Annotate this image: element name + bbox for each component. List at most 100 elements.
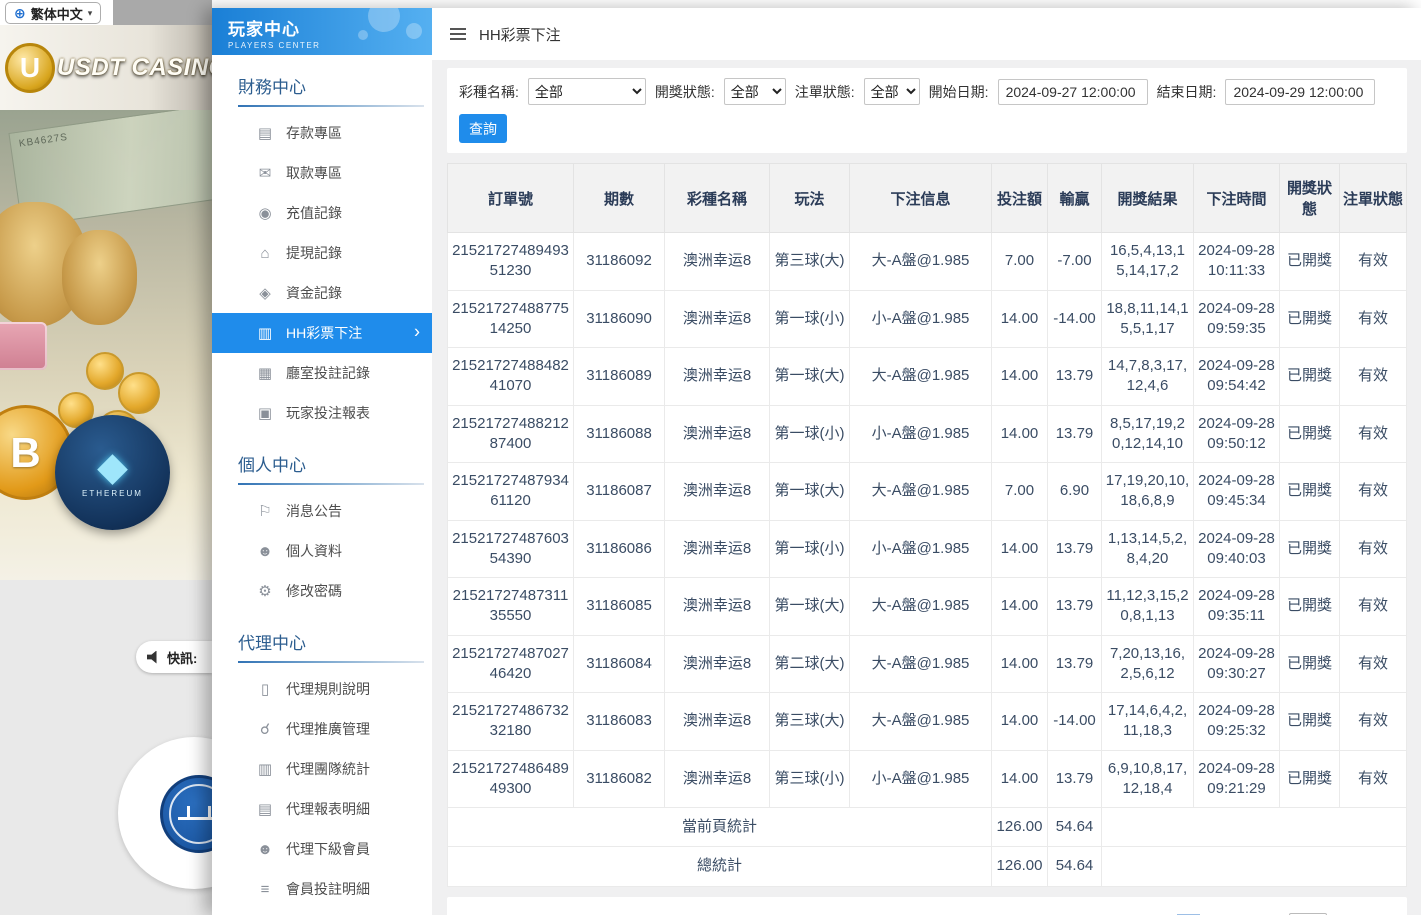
sidebar-item[interactable]: ▥代理團隊統計 <box>212 749 432 789</box>
ethereum-coin-icon: ◆ ETHEREUM <box>55 415 170 530</box>
sidebar-item[interactable]: ☻代理下級會員 <box>212 829 432 869</box>
cell-play_type: 第三球(大) <box>770 693 850 751</box>
sidebar-item-label: 個人資料 <box>286 541 342 561</box>
sidebar-item[interactable]: ◉充值記錄 <box>212 193 432 233</box>
sidebar-item[interactable]: ≡會員投註明細 <box>212 869 432 909</box>
bet-table-head-row: 訂單號期數彩種名稱玩法下注信息投注額輸贏開獎結果下注時間開獎狀態注單狀態 <box>448 164 1407 233</box>
news-ticker: 快訊: <box>136 641 212 673</box>
cell-win_loss: -7.00 <box>1048 233 1102 291</box>
cell-play_type: 第一球(小) <box>770 290 850 348</box>
announcement-icon: ⚐ <box>256 504 274 519</box>
cell-play_type: 第一球(小) <box>770 405 850 463</box>
sidebar-item-label: 代理推廣管理 <box>286 719 370 739</box>
cell-period: 31186090 <box>574 290 665 348</box>
cell-bet_amount: 14.00 <box>992 405 1048 463</box>
sidebar-item-label: 消息公告 <box>286 501 342 521</box>
lottery-filter-select[interactable]: 全部 <box>528 78 646 105</box>
cell-bet_info: 小-A盤@1.985 <box>850 750 992 808</box>
cell-draw_result: 17,14,6,4,2,11,18,3 <box>1102 693 1194 751</box>
cell-bet_time: 2024-09-28 10:11:33 <box>1194 233 1280 291</box>
sidebar-item[interactable]: ◈資金記錄 <box>212 273 432 313</box>
order-status-filter-select[interactable]: 全部 <box>864 78 920 105</box>
menu-toggle-icon[interactable] <box>450 28 466 40</box>
cell-lottery_name: 澳洲幸运8 <box>665 750 770 808</box>
cell-bet_time: 2024-09-28 09:54:42 <box>1194 348 1280 406</box>
query-button[interactable]: 查詢 <box>459 114 507 143</box>
lottery-filter-label: 彩種名稱: <box>459 82 519 102</box>
column-header-order_status: 注單狀態 <box>1340 164 1407 233</box>
cell-draw_status: 已開獎 <box>1280 405 1340 463</box>
cell-play_type: 第三球(小) <box>770 750 850 808</box>
cell-lottery_name: 澳洲幸运8 <box>665 463 770 521</box>
content: 彩種名稱: 全部 開獎狀態: 全部 注單狀態: 全部 開始日期: <box>432 60 1421 915</box>
language-selector[interactable]: ⊕ 繁体中文 ▾ <box>5 2 101 24</box>
cell-period: 31186087 <box>574 463 665 521</box>
summary-empty <box>1102 808 1407 847</box>
cell-period: 31186088 <box>574 405 665 463</box>
cell-order_status: 有效 <box>1340 635 1407 693</box>
bridge-graphic <box>178 806 212 822</box>
cell-bet_info: 大-A盤@1.985 <box>850 693 992 751</box>
column-header-win_loss: 輸贏 <box>1048 164 1102 233</box>
cell-draw_result: 7,20,13,16,2,5,6,12 <box>1102 635 1194 693</box>
page-root: ⊕ 繁体中文 ▾ U USDT CASINO KB4627S B ◆ ETHER… <box>0 0 1421 915</box>
sidebar-item[interactable]: ▥HH彩票下注› <box>212 313 432 353</box>
cell-order_status: 有效 <box>1340 348 1407 406</box>
agent-members-icon: ☻ <box>256 842 274 857</box>
cell-order_status: 有效 <box>1340 290 1407 348</box>
table-row: 215217274876035439031186086澳洲幸运8第一球(小)小-… <box>448 520 1407 578</box>
column-header-bet_info: 下注信息 <box>850 164 992 233</box>
start-date-label: 開始日期: <box>929 82 989 102</box>
end-date-input[interactable] <box>1225 79 1375 105</box>
table-row: 215217274864894930031186082澳洲幸运8第三球(小)小-… <box>448 750 1407 808</box>
cell-order_no: 2152172748877514250 <box>448 290 574 348</box>
table-row: 215217274882128740031186088澳洲幸运8第一球(小)小-… <box>448 405 1407 463</box>
chevron-right-icon: › <box>414 321 420 342</box>
sidebar-item[interactable]: ☻個人資料 <box>212 531 432 571</box>
sidebar-item[interactable]: ▤會員交易明細 <box>212 909 432 915</box>
sidebar-item[interactable]: ▯代理規則說明 <box>212 669 432 709</box>
cell-order_status: 有效 <box>1340 750 1407 808</box>
cell-bet_info: 小-A盤@1.985 <box>850 405 992 463</box>
cell-lottery_name: 澳洲幸运8 <box>665 635 770 693</box>
total-summary-label: 總統計 <box>448 847 992 886</box>
sidebar-item[interactable]: ⚐ 消息公告 <box>212 491 432 531</box>
agent-report-icon: ▤ <box>256 802 274 817</box>
draw-status-filter-select[interactable]: 全部 <box>724 78 786 105</box>
cell-draw_status: 已開獎 <box>1280 520 1340 578</box>
total-summary-row: 總統計 126.00 54.64 <box>448 847 1407 886</box>
brand-name: USDT CASINO <box>57 54 212 82</box>
sidebar-item[interactable]: ▦廳室投註記錄 <box>212 353 432 393</box>
order-status-filter-label: 注單狀態: <box>795 82 855 102</box>
sidebar-item-label: 取款專區 <box>286 163 342 183</box>
table-row: 215217274884824107031186089澳洲幸运8第一球(大)大-… <box>448 348 1407 406</box>
cell-bet_time: 2024-09-28 09:40:03 <box>1194 520 1280 578</box>
sidebar-item-label: 提現記錄 <box>286 243 342 263</box>
bubble-decoration <box>358 30 368 40</box>
cell-draw_status: 已開獎 <box>1280 463 1340 521</box>
cell-win_loss: 13.79 <box>1048 520 1102 578</box>
cell-draw_status: 已開獎 <box>1280 750 1340 808</box>
sidebar-item[interactable]: ⌂提現記錄 <box>212 233 432 273</box>
cell-period: 31186092 <box>574 233 665 291</box>
sidebar-item[interactable]: ✉取款專區 <box>212 153 432 193</box>
sidebar-item-label: 玩家投注報表 <box>286 403 370 423</box>
sidebar-item[interactable]: ☌代理推廣管理 <box>212 709 432 749</box>
sidebar-item-label: 代理團隊統計 <box>286 759 370 779</box>
sidebar-item[interactable]: ⚙修改密碼 <box>212 571 432 611</box>
cell-period: 31186084 <box>574 635 665 693</box>
sidebar-item[interactable]: ▤存款專區 <box>212 113 432 153</box>
player-report-icon: ▣ <box>256 406 274 421</box>
cell-bet_info: 小-A盤@1.985 <box>850 520 992 578</box>
funds-record-icon: ◈ <box>256 286 274 301</box>
lottery-bet-icon: ▥ <box>256 326 274 341</box>
bet-table-body: 215217274894935123031186092澳洲幸运8第三球(大)大-… <box>448 233 1407 808</box>
column-header-bet_amount: 投注額 <box>992 164 1048 233</box>
cell-bet_amount: 7.00 <box>992 463 1048 521</box>
start-date-input[interactable] <box>998 79 1148 105</box>
bet-table-summary: 當前頁統計 126.00 54.64 總統計 126.00 54.64 <box>448 808 1407 887</box>
sidebar-item[interactable]: ▤代理報表明細 <box>212 789 432 829</box>
team-logo-icon <box>160 775 212 853</box>
players-center-panel: 玩家中心 PLAYERS CENTER 財務中心▤存款專區✉取款專區◉充值記錄⌂… <box>212 8 1421 915</box>
sidebar-item[interactable]: ▣ 玩家投注報表 <box>212 393 432 433</box>
